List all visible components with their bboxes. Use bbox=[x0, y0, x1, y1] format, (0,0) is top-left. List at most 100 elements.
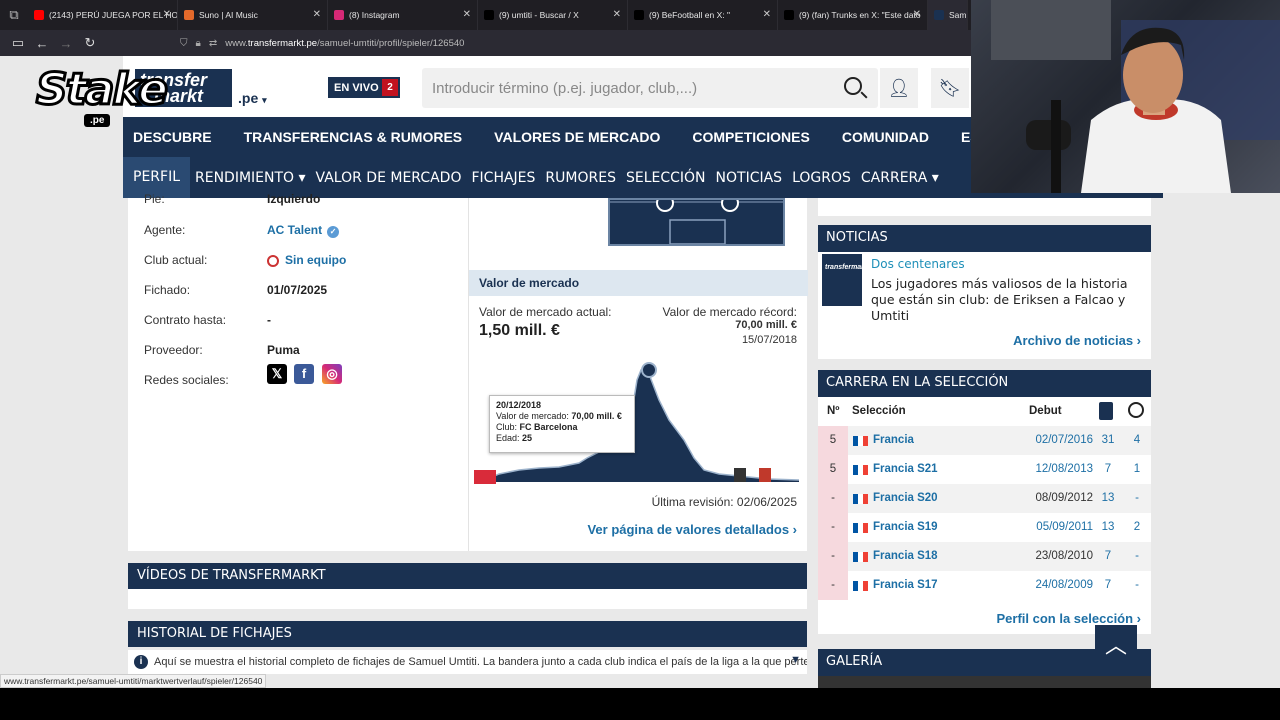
gallery-preview[interactable] bbox=[818, 676, 1151, 688]
main-nav-item[interactable]: VALORES DE MERCADO bbox=[494, 129, 660, 145]
close-tab-icon[interactable]: ✕ bbox=[313, 9, 321, 20]
last-review: Última revisión: 02/06/2025 bbox=[651, 495, 797, 509]
appearances-count[interactable]: 7 bbox=[1093, 550, 1123, 562]
debut-date[interactable]: 24/08/2009 bbox=[1016, 579, 1093, 591]
facebook-icon[interactable]: f bbox=[294, 364, 314, 384]
close-tab-icon[interactable]: ✕ bbox=[463, 9, 471, 20]
tooltip-label: Club: bbox=[496, 422, 518, 432]
goals-count: - bbox=[1135, 579, 1139, 591]
search-icon[interactable] bbox=[844, 77, 862, 95]
team-link[interactable]: Francia S17 bbox=[873, 579, 938, 591]
shirt-number: 5 bbox=[818, 426, 848, 455]
tab-actions-icon[interactable]: ⧉ bbox=[0, 0, 28, 30]
user-search-icon[interactable]: 👤︎ bbox=[880, 68, 918, 108]
appearances-count[interactable]: 7 bbox=[1093, 463, 1123, 475]
team-link[interactable]: Francia S19 bbox=[873, 521, 938, 533]
chevron-down-icon: ▾ bbox=[262, 95, 267, 105]
browser-tab[interactable]: (9) umtiti - Buscar / X ✕ bbox=[478, 0, 628, 30]
market-value-card: Valor de mercado Valor de mercado actual… bbox=[468, 194, 808, 551]
videos-section bbox=[128, 589, 807, 609]
team-link[interactable]: Francia bbox=[873, 434, 914, 446]
reload-icon[interactable]: ↻ bbox=[78, 35, 102, 51]
main-nav-item[interactable]: COMPETICIONES bbox=[692, 129, 809, 145]
url-field[interactable]: ⛉ 🔒︎ ⇄ www. transfermarkt.pe/samuel-umtit… bbox=[180, 33, 980, 53]
club-crest-icon bbox=[734, 468, 746, 482]
national-profile-link[interactable]: Perfil con la selección › bbox=[997, 611, 1142, 626]
tooltip-line-value: Valor de mercado: 70,00 mill. € bbox=[496, 411, 628, 422]
chart-hover-point[interactable] bbox=[641, 362, 657, 378]
club-value: Sin equipo bbox=[285, 253, 347, 267]
news-archive-link[interactable]: Archivo de noticias › bbox=[1013, 333, 1141, 348]
tab-title: Samu bbox=[949, 10, 967, 20]
transfer-history-info[interactable]: i Aquí se muestra el historial completo d… bbox=[128, 650, 807, 674]
sub-nav-item[interactable]: CARRERA ▾ bbox=[856, 170, 944, 186]
live-label: EN VIVO bbox=[334, 81, 379, 94]
instagram-icon[interactable]: ◎ bbox=[322, 364, 342, 384]
debut-date[interactable]: 02/07/2016 bbox=[1016, 434, 1093, 446]
tab-favicon-icon bbox=[484, 10, 494, 20]
debut-date[interactable]: 05/09/2011 bbox=[1016, 521, 1093, 533]
contract-label: Contrato hasta: bbox=[144, 313, 227, 327]
close-tab-icon[interactable]: ✕ bbox=[613, 9, 621, 20]
tooltip-label: Edad: bbox=[496, 433, 520, 443]
permissions-icon: ⇄ bbox=[208, 37, 218, 49]
close-tab-icon[interactable]: ✕ bbox=[163, 9, 171, 20]
agent-value: AC Talent bbox=[267, 223, 323, 237]
browser-tab[interactable]: (9) (fan) Trunks en X: "Este dato ✕ bbox=[778, 0, 928, 30]
sub-nav-item[interactable]: RENDIMIENTO ▾ bbox=[190, 170, 311, 186]
scroll-to-top-button[interactable]: ︿ bbox=[1095, 625, 1137, 667]
browser-tab[interactable]: Samu bbox=[928, 0, 968, 30]
debut-date[interactable]: 12/08/2013 bbox=[1016, 463, 1093, 475]
debut-date: 08/09/2012 bbox=[1035, 492, 1093, 504]
close-tab-icon[interactable]: ✕ bbox=[763, 9, 771, 20]
shirt-number: - bbox=[818, 571, 848, 600]
goals-icon bbox=[1128, 402, 1144, 418]
browser-tab[interactable]: (2143) PERÚ JUEGA POR EL HO ✕ bbox=[28, 0, 178, 30]
agent-label: Agente: bbox=[144, 223, 186, 237]
live-button[interactable]: EN VIVO 2 bbox=[328, 77, 400, 98]
sub-nav-item[interactable]: FICHAJES bbox=[466, 170, 540, 186]
main-nav-item[interactable]: COMUNIDAD bbox=[842, 129, 929, 145]
sub-nav-item[interactable]: LOGROS bbox=[787, 170, 856, 186]
sub-nav-item[interactable]: SELECCIÓN bbox=[621, 170, 711, 186]
news-thumbnail[interactable]: transfermarkt bbox=[822, 254, 870, 306]
national-team-heading: CARRERA EN LA SELECCIÓN bbox=[818, 370, 1151, 397]
team-link[interactable]: Francia S21 bbox=[873, 463, 938, 475]
info-icon: i bbox=[134, 655, 148, 669]
current-value-label: Valor de mercado actual: bbox=[479, 305, 612, 319]
chart-tooltip: 20/12/2018 Valor de mercado: 70,00 mill.… bbox=[489, 395, 635, 453]
browser-tab[interactable]: Suno | AI Music ✕ bbox=[178, 0, 328, 30]
tab-favicon-icon bbox=[634, 10, 644, 20]
sub-nav-item[interactable]: RUMORES bbox=[540, 170, 621, 186]
x-icon[interactable]: 𝕏 bbox=[267, 364, 287, 384]
appearances-count[interactable]: 7 bbox=[1093, 579, 1123, 591]
main-nav-item[interactable]: TRANSFERENCIAS & RUMORES bbox=[244, 129, 463, 145]
news-title[interactable]: Los jugadores más valiosos de la histori… bbox=[871, 276, 1146, 324]
browser-tab[interactable]: (8) Instagram ✕ bbox=[328, 0, 478, 30]
search-placeholder: Introducir término (p.ej. jugador, club,… bbox=[432, 79, 698, 97]
appearances-count[interactable]: 31 bbox=[1093, 434, 1123, 446]
domain-selector[interactable]: .pe ▾ bbox=[238, 90, 267, 106]
news-kicker[interactable]: Dos centenares bbox=[871, 257, 965, 271]
market-value-heading: Valor de mercado bbox=[469, 270, 808, 296]
team-link[interactable]: Francia S18 bbox=[873, 550, 938, 562]
agent-link[interactable]: AC Talent ✓ bbox=[267, 223, 340, 238]
chevron-down-icon[interactable]: ▼ bbox=[790, 654, 801, 666]
browser-tab[interactable]: (9) BeFootball en X: " ✕ bbox=[628, 0, 778, 30]
forward-icon[interactable]: → bbox=[54, 36, 78, 51]
team-link[interactable]: Francia S20 bbox=[873, 492, 938, 504]
close-tab-icon[interactable]: ✕ bbox=[913, 9, 921, 20]
videos-heading: VÍDEOS DE TRANSFERMARKT bbox=[128, 563, 807, 589]
appearances-count[interactable]: 13 bbox=[1093, 492, 1123, 504]
sub-nav-item[interactable]: VALOR DE MERCADO bbox=[311, 170, 467, 186]
search-input[interactable]: Introducir término (p.ej. jugador, club,… bbox=[422, 68, 878, 108]
club-link[interactable]: Sin equipo bbox=[267, 253, 346, 267]
goals-count: - bbox=[1135, 550, 1139, 562]
appearances-count[interactable]: 13 bbox=[1093, 521, 1123, 533]
position-dot bbox=[721, 194, 739, 212]
sub-nav-item[interactable]: NOTICIAS bbox=[711, 170, 788, 186]
market-value-details-link[interactable]: Ver página de valores detallados › bbox=[587, 522, 797, 537]
bookmark-icon[interactable]: 🔖︎ bbox=[931, 68, 969, 108]
back-icon[interactable]: ← bbox=[30, 36, 54, 51]
sidebar-toggle-icon[interactable]: ▭ bbox=[6, 35, 30, 51]
